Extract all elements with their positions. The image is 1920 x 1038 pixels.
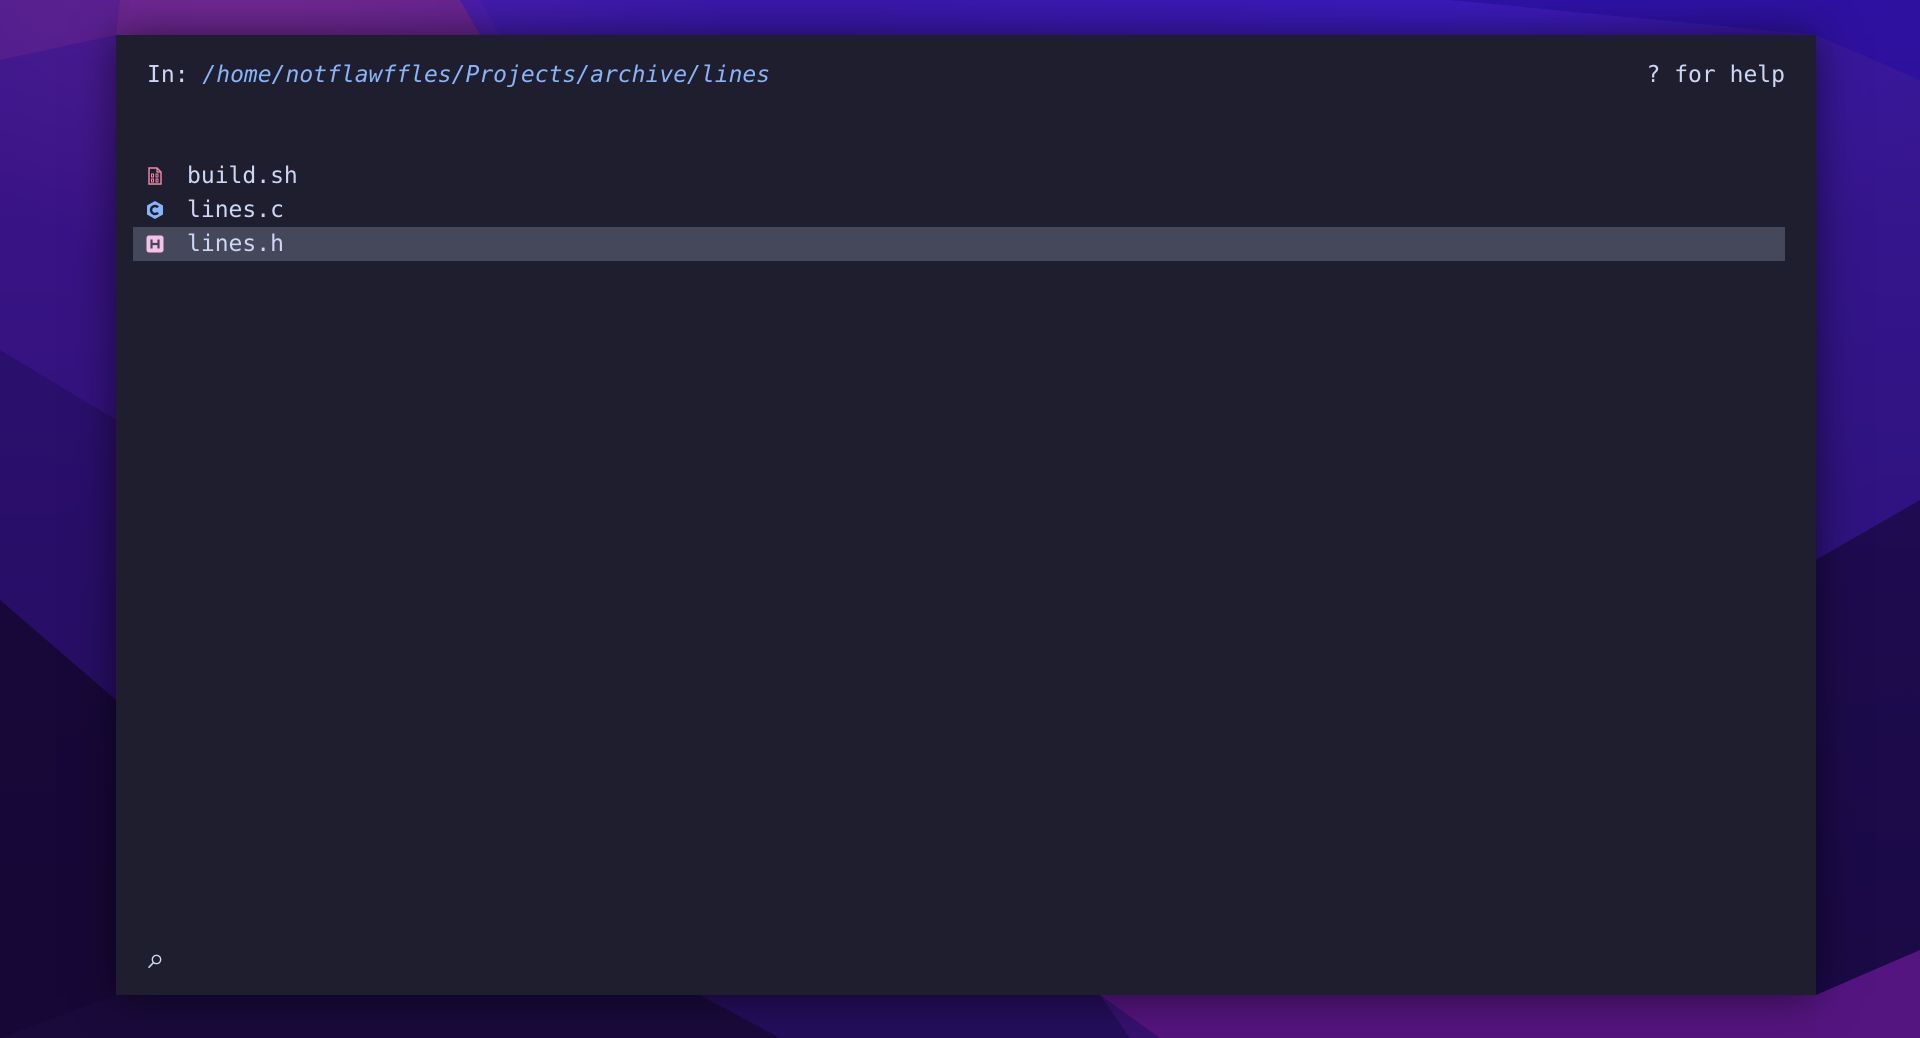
help-hint: ? for help [1646, 62, 1785, 88]
directory-path: /home/notflawffles/Projects/archive/line… [202, 62, 771, 88]
file-name: lines.c [187, 197, 284, 223]
file-row-lines-h[interactable]: lines.h [133, 227, 1785, 261]
file-row-lines-c[interactable]: lines.c [133, 193, 1785, 227]
file-list: build.sh lines.c lines.h [133, 159, 1785, 261]
terminal-window: In: /home/notflawffles/Projects/archive/… [116, 35, 1816, 995]
file-name: lines.h [187, 231, 284, 257]
search-prompt[interactable] [146, 953, 164, 971]
c-language-icon [145, 200, 165, 220]
header-bar: In: /home/notflawffles/Projects/archive/… [147, 59, 1785, 91]
header-file-icon [145, 234, 165, 254]
file-row-build-sh[interactable]: build.sh [133, 159, 1785, 193]
current-directory: In: /home/notflawffles/Projects/archive/… [147, 59, 770, 91]
file-name: build.sh [187, 163, 298, 189]
directory-prefix: In: [147, 62, 203, 88]
search-icon [147, 949, 163, 975]
shell-script-icon [145, 166, 165, 186]
